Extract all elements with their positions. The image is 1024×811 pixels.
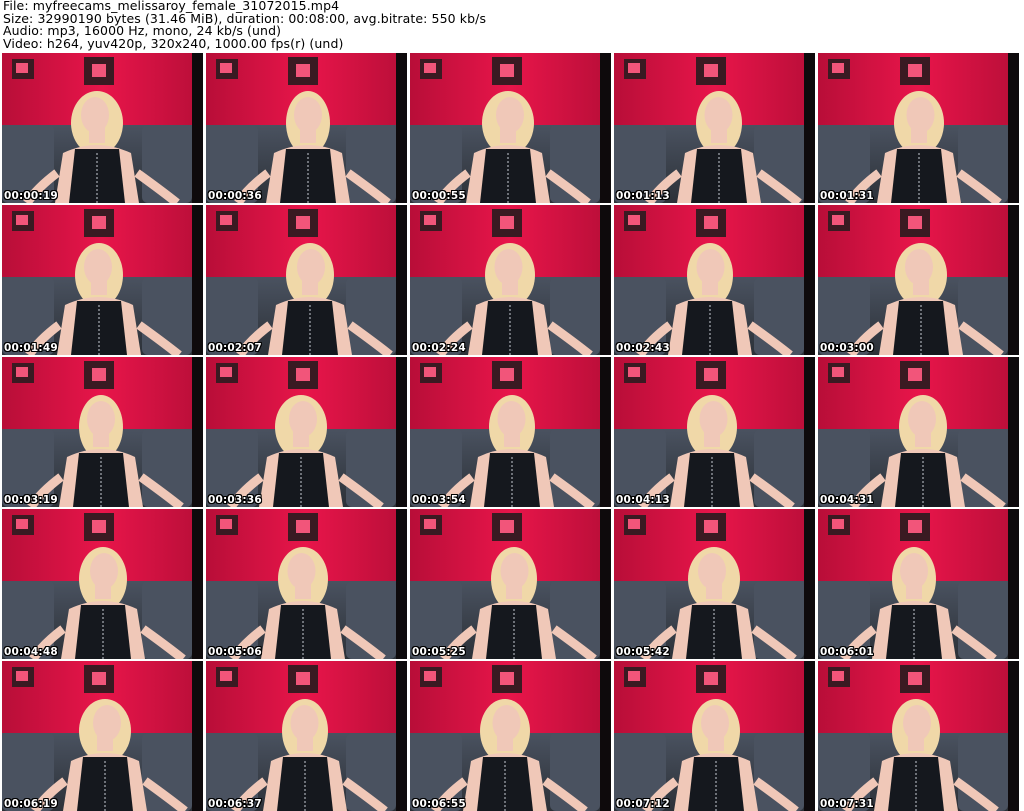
thumbnail-timestamp: 00:02:07: [208, 342, 262, 354]
video-frame-image: [614, 357, 815, 507]
thumbnail-timestamp: 00:06:37: [208, 798, 262, 810]
file-info-header: File: myfreecams_melissaroy_female_31072…: [3, 0, 1021, 52]
video-thumbnail: 00:05:06: [206, 509, 407, 659]
video-frame-image: [614, 509, 815, 659]
video-thumbnail: 00:06:55: [410, 661, 611, 811]
video-frame-image: [410, 53, 611, 203]
video-thumbnail: 00:03:36: [206, 357, 407, 507]
video-frame-image: [206, 509, 407, 659]
video-thumbnail: 00:04:48: [2, 509, 203, 659]
thumbnail-timestamp: 00:01:49: [4, 342, 58, 354]
video-frame-image: [614, 53, 815, 203]
video-frame-image: [410, 205, 611, 355]
thumbnail-timestamp: 00:06:19: [4, 798, 58, 810]
thumbnail-grid: 00:00:19 00:00:36 00:00:55 00:01:13 00:0…: [1, 52, 1021, 811]
video-thumbnail: 00:02:24: [410, 205, 611, 355]
video-thumbnail: 00:02:07: [206, 205, 407, 355]
video-frame-image: [818, 509, 1019, 659]
thumbnail-timestamp: 00:03:54: [412, 494, 466, 506]
video-frame-image: [818, 205, 1019, 355]
video-frame-image: [2, 53, 203, 203]
thumbnail-timestamp: 00:03:19: [4, 494, 58, 506]
video-thumbnail: 00:03:19: [2, 357, 203, 507]
thumbnail-timestamp: 00:05:25: [412, 646, 466, 658]
video-thumbnail: 00:00:55: [410, 53, 611, 203]
video-frame-image: [206, 357, 407, 507]
video-thumbnail: 00:01:13: [614, 53, 815, 203]
video-thumbnail: 00:01:49: [2, 205, 203, 355]
thumbnail-timestamp: 00:05:06: [208, 646, 262, 658]
thumbnail-timestamp: 00:04:13: [616, 494, 670, 506]
thumbnail-timestamp: 00:04:31: [820, 494, 874, 506]
thumbnail-timestamp: 00:07:12: [616, 798, 670, 810]
video-thumbnail: 00:07:12: [614, 661, 815, 811]
thumbnail-timestamp: 00:07:31: [820, 798, 874, 810]
video-frame-image: [818, 661, 1019, 811]
video-thumbnail: 00:05:25: [410, 509, 611, 659]
video-thumbnail: 00:06:19: [2, 661, 203, 811]
video-frame-image: [2, 661, 203, 811]
video-thumbnail: 00:01:31: [818, 53, 1019, 203]
video-frame-image: [614, 205, 815, 355]
thumbnail-timestamp: 00:02:43: [616, 342, 670, 354]
video-frame-image: [818, 53, 1019, 203]
video-frame-image: [206, 205, 407, 355]
thumbnail-timestamp: 00:01:31: [820, 190, 874, 202]
video-frame-image: [206, 53, 407, 203]
video-frame-image: [614, 661, 815, 811]
video-frame-image: [410, 509, 611, 659]
thumbnail-timestamp: 00:05:42: [616, 646, 670, 658]
thumbnail-timestamp: 00:03:36: [208, 494, 262, 506]
thumbnail-timestamp: 00:06:55: [412, 798, 466, 810]
video-thumbnail: 00:04:31: [818, 357, 1019, 507]
video-thumbnail: 00:06:01: [818, 509, 1019, 659]
thumbnail-timestamp: 00:00:55: [412, 190, 466, 202]
video-thumbnail: 00:03:00: [818, 205, 1019, 355]
video-frame-image: [2, 509, 203, 659]
thumbnail-timestamp: 00:04:48: [4, 646, 58, 658]
video-thumbnail: 00:05:42: [614, 509, 815, 659]
thumbnail-timestamp: 00:06:01: [820, 646, 874, 658]
video-thumbnail: 00:06:37: [206, 661, 407, 811]
video-frame-image: [206, 661, 407, 811]
thumbnail-timestamp: 00:00:19: [4, 190, 58, 202]
video-thumbnail: 00:04:13: [614, 357, 815, 507]
thumbnail-timestamp: 00:03:00: [820, 342, 874, 354]
video-frame-image: [2, 205, 203, 355]
video-thumbnail: 00:00:19: [2, 53, 203, 203]
thumbnail-timestamp: 00:02:24: [412, 342, 466, 354]
video-thumbnail: 00:03:54: [410, 357, 611, 507]
video-info-line: Video: h264, yuv420p, 320x240, 1000.00 f…: [3, 35, 344, 51]
video-frame-image: [818, 357, 1019, 507]
video-frame-image: [410, 357, 611, 507]
video-frame-image: [410, 661, 611, 811]
thumbnail-timestamp: 00:00:36: [208, 190, 262, 202]
video-thumbnail: 00:02:43: [614, 205, 815, 355]
video-frame-image: [2, 357, 203, 507]
thumbnail-timestamp: 00:01:13: [616, 190, 670, 202]
video-thumbnail: 00:07:31: [818, 661, 1019, 811]
video-thumbnail: 00:00:36: [206, 53, 407, 203]
